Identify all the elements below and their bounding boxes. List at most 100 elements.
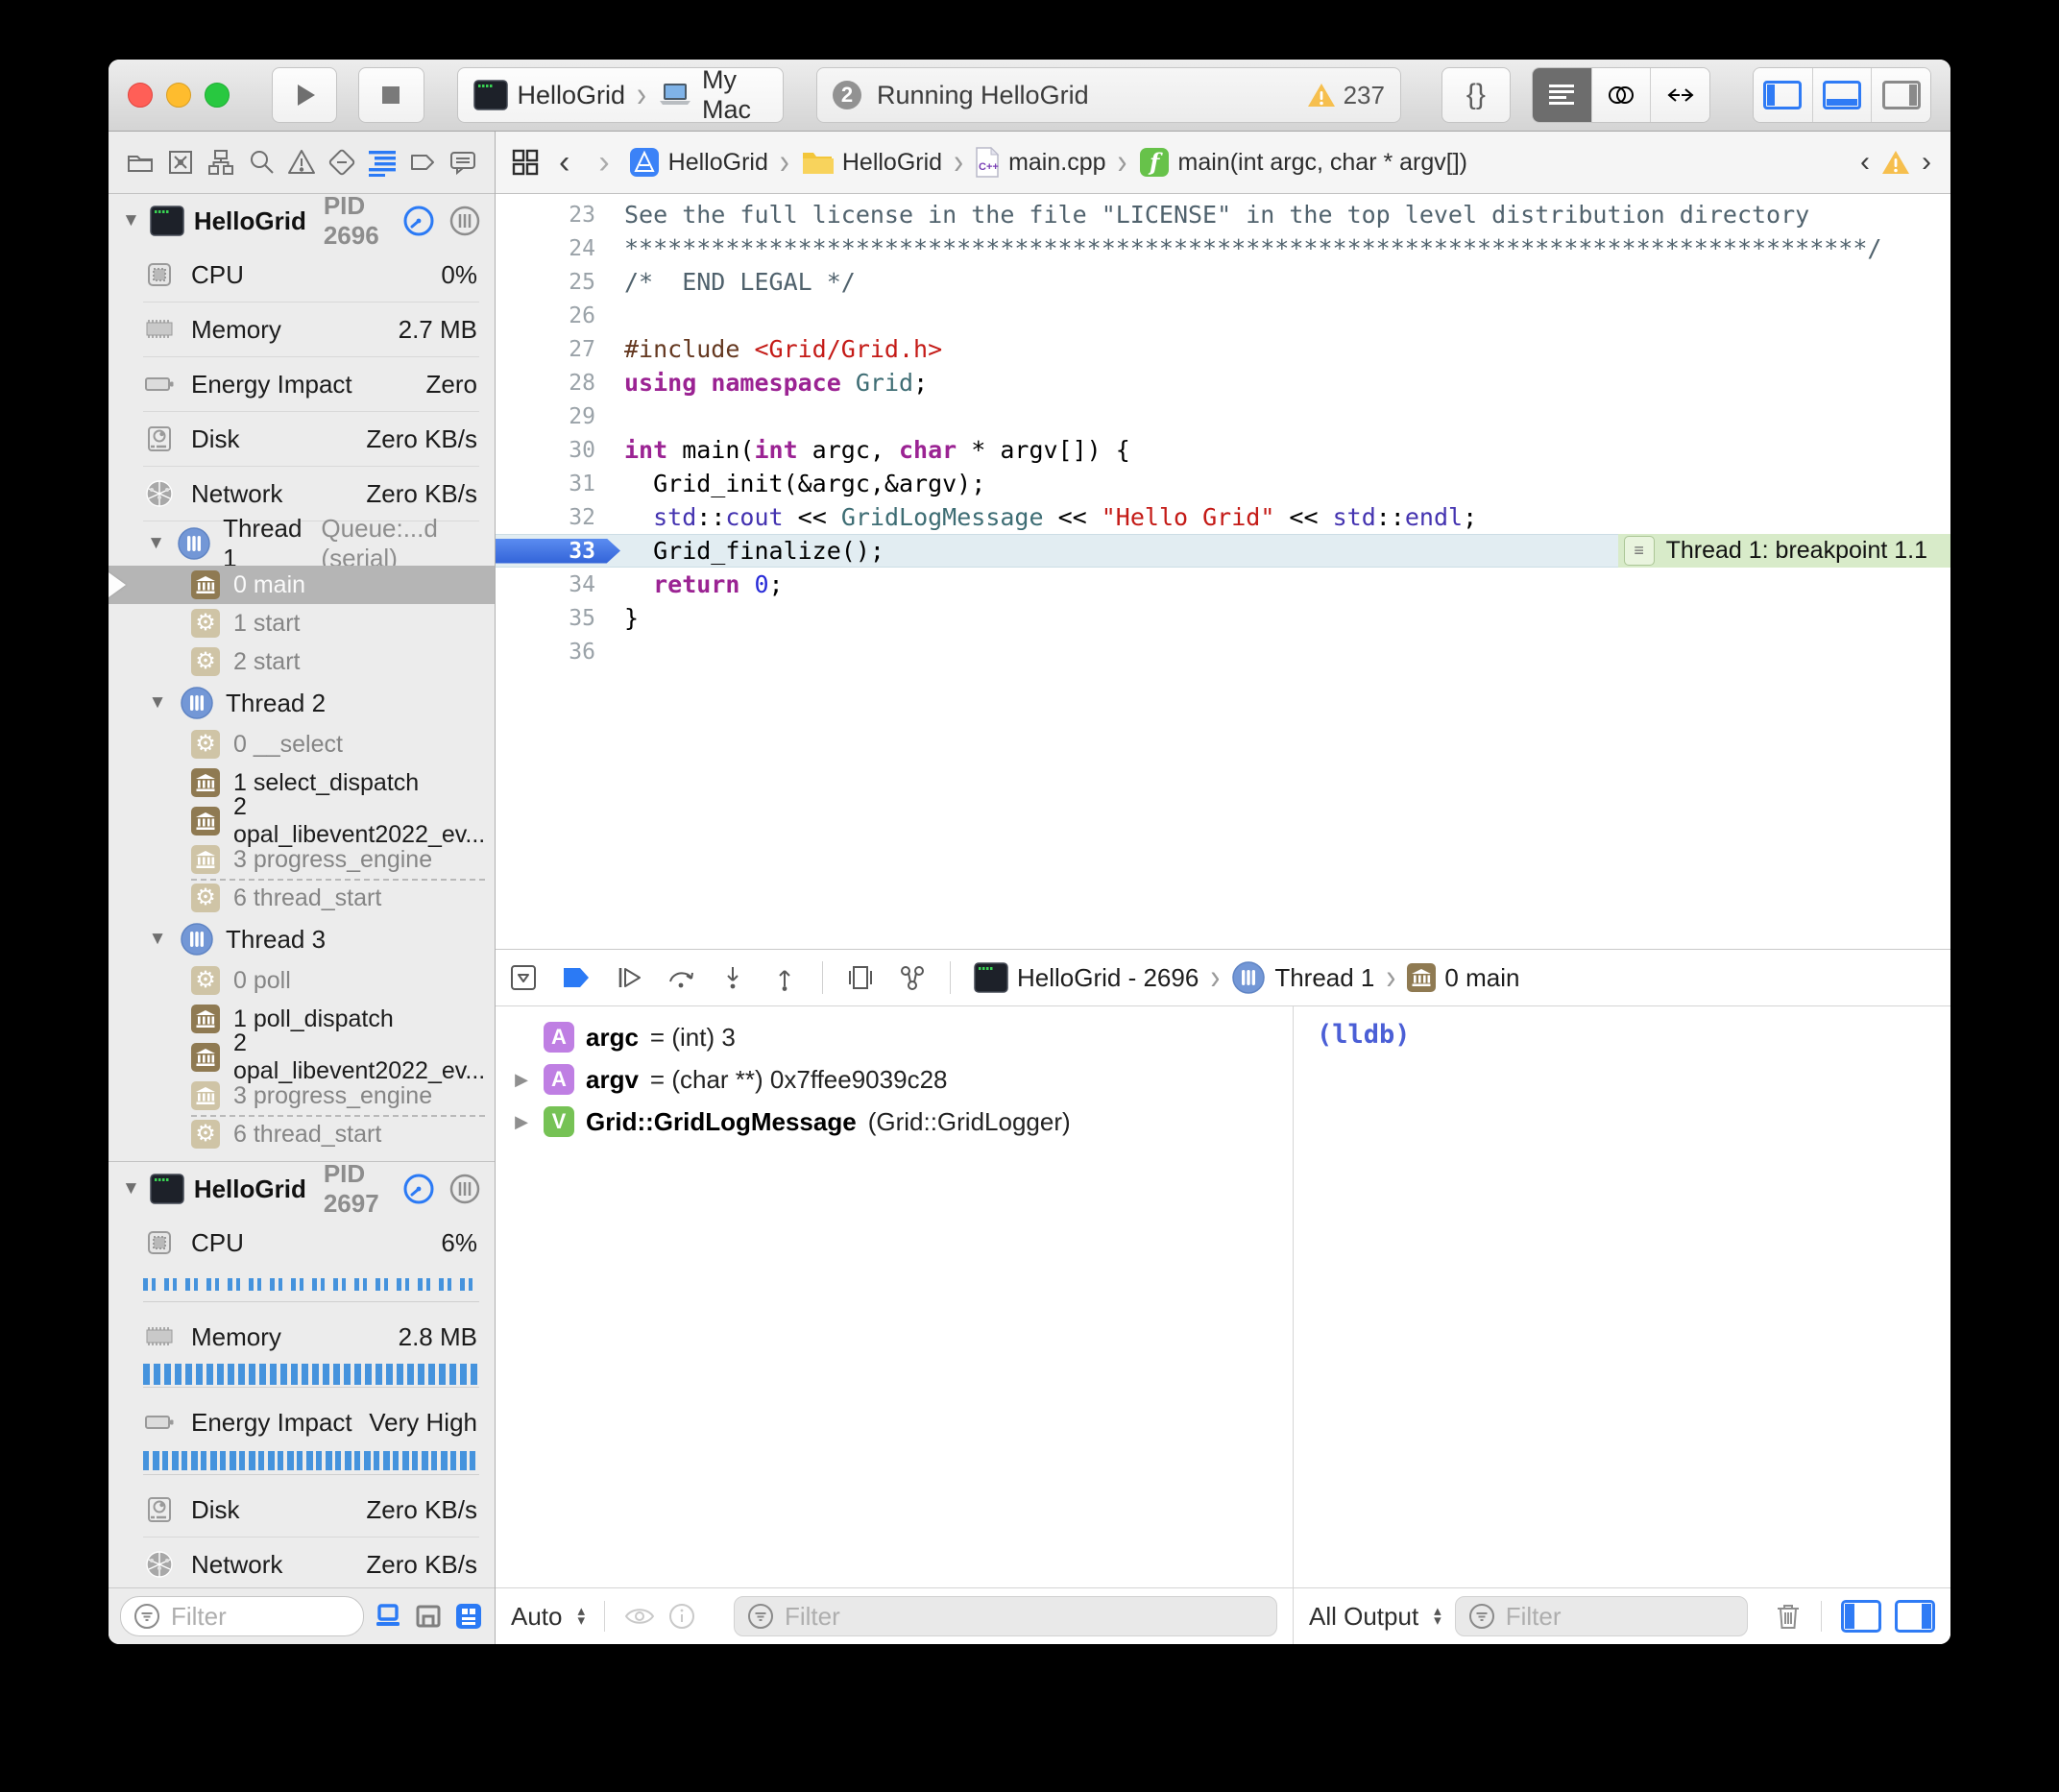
stack-frame-row[interactable]: 3 progress_engine: [109, 840, 495, 879]
gauge-row-network[interactable]: NetworkZero KB/s: [143, 467, 495, 521]
debug-breadcrumb[interactable]: HelloGrid - 2696›Thread 1›0 main: [974, 960, 1519, 995]
breakpoints-toggle-icon[interactable]: [561, 963, 592, 992]
stepper-icon[interactable]: ▴▾: [1434, 1607, 1441, 1626]
flag-filter-icon[interactable]: [374, 1602, 402, 1631]
gauge-row-cpu[interactable]: CPU0%: [143, 248, 495, 302]
disclosure-triangle-icon[interactable]: ▼: [147, 533, 165, 554]
hide-debug-area-icon[interactable]: [509, 963, 538, 992]
debug-breadcrumb-segment[interactable]: HelloGrid - 2696: [974, 962, 1199, 993]
gauge-icon[interactable]: [402, 205, 435, 237]
gauge-row-disk[interactable]: DiskZero KB/s: [143, 412, 495, 466]
version-editor-button[interactable]: [1651, 68, 1709, 122]
step-into-icon[interactable]: [718, 963, 747, 992]
minimize-button[interactable]: [166, 83, 191, 108]
stack-frame-row[interactable]: 2 opal_libevent2022_ev...: [109, 802, 495, 840]
variable-row[interactable]: ▶Aargv= (char **) 0x7ffee9039c28: [496, 1058, 1293, 1101]
line-number[interactable]: 34: [496, 572, 620, 597]
line-number[interactable]: 30: [496, 438, 620, 463]
stack-frame-row[interactable]: 2 opal_libevent2022_ev...: [109, 1038, 495, 1077]
scheme-selector[interactable]: HelloGrid › My Mac: [457, 67, 784, 123]
view-filter-icon[interactable]: [454, 1602, 483, 1631]
warning-count[interactable]: 237: [1307, 81, 1385, 110]
disclosure-triangle-icon[interactable]: ▼: [147, 929, 168, 950]
console-filter-field[interactable]: Filter: [1455, 1596, 1748, 1636]
line-number[interactable]: 32: [496, 505, 620, 530]
process-row[interactable]: ▼HelloGridPID 2696: [109, 194, 495, 248]
close-button[interactable]: [128, 83, 153, 108]
thread-row[interactable]: ▼Thread 1Queue:...d (serial): [109, 521, 495, 566]
gauge-row-network[interactable]: NetworkZero KB/s: [143, 1538, 495, 1587]
toggle-inspector-button[interactable]: [1872, 68, 1930, 122]
disclosure-triangle-icon[interactable]: ▶: [511, 1112, 532, 1132]
standard-editor-button[interactable]: [1533, 68, 1592, 122]
line-number[interactable]: 23: [496, 203, 620, 228]
line-number[interactable]: 27: [496, 337, 620, 362]
nav-tab-debug-navigator-icon[interactable]: [364, 143, 400, 182]
disclosure-triangle-icon[interactable]: ▶: [511, 1070, 532, 1090]
output-scope-selector[interactable]: All Output: [1309, 1602, 1418, 1632]
jump-bar-segment[interactable]: HelloGrid: [629, 147, 768, 178]
gauge-row-energy-impact[interactable]: Energy ImpactVery High: [143, 1395, 495, 1449]
bars-icon[interactable]: [448, 205, 481, 237]
line-number[interactable]: 26: [496, 303, 620, 328]
scope-selector[interactable]: Auto: [511, 1602, 563, 1632]
jump-bar-segment[interactable]: fmain(int argc, char * argv[]): [1139, 147, 1468, 178]
continue-icon[interactable]: [615, 963, 643, 992]
assistant-editor-button[interactable]: [1592, 68, 1652, 122]
variables-filter-field[interactable]: Filter: [734, 1596, 1277, 1636]
breakpoint-line-number[interactable]: 33: [496, 539, 620, 564]
step-over-icon[interactable]: [666, 963, 695, 992]
process-row[interactable]: ▼HelloGridPID 2697: [109, 1162, 495, 1216]
library-button[interactable]: {}: [1441, 67, 1511, 123]
forward-chevron-icon[interactable]: ›: [589, 144, 618, 182]
variable-row[interactable]: Aargc= (int) 3: [496, 1016, 1293, 1058]
show-console-toggle[interactable]: [1895, 1600, 1935, 1633]
line-number[interactable]: 24: [496, 236, 620, 261]
debug-breadcrumb-segment[interactable]: 0 main: [1407, 963, 1519, 993]
stack-frame-row[interactable]: ⚙6 thread_start: [109, 1115, 495, 1153]
line-number[interactable]: 29: [496, 404, 620, 429]
gauge-row-cpu[interactable]: CPU6%: [143, 1216, 495, 1270]
info-icon[interactable]: [668, 1603, 695, 1630]
line-number[interactable]: 35: [496, 606, 620, 631]
toggle-debug-area-button[interactable]: [1813, 68, 1873, 122]
thread-row[interactable]: ▼Thread 2: [109, 681, 495, 725]
run-button[interactable]: [272, 67, 337, 123]
nav-tab-project-navigator-icon[interactable]: [122, 143, 158, 182]
stack-frame-row[interactable]: ⚙6 thread_start: [109, 879, 495, 917]
toggle-navigator-button[interactable]: [1754, 68, 1813, 122]
stack-frame-row[interactable]: 3 progress_engine: [109, 1077, 495, 1115]
gauge-row-memory[interactable]: Memory2.7 MB: [143, 303, 495, 356]
thread-row[interactable]: ▼Thread 3: [109, 917, 495, 961]
stop-button[interactable]: [358, 67, 424, 123]
activity-status-view[interactable]: 2 Running HelloGrid 237: [816, 67, 1401, 123]
trash-icon[interactable]: [1775, 1602, 1802, 1631]
gauge-row-memory[interactable]: Memory2.8 MB: [143, 1310, 495, 1364]
nav-tab-find-navigator-icon[interactable]: [243, 143, 279, 182]
memory-graph-icon[interactable]: [898, 963, 927, 992]
warning-icon[interactable]: [1881, 150, 1910, 176]
disclosure-triangle-icon[interactable]: ▼: [122, 210, 140, 231]
nav-tab-test-navigator-icon[interactable]: [324, 143, 360, 182]
next-issue-icon[interactable]: ›: [1918, 146, 1935, 179]
nav-tab-report-navigator-icon[interactable]: [445, 143, 481, 182]
console-view[interactable]: (lldb): [1294, 1006, 1950, 1587]
disclosure-triangle-icon[interactable]: ▼: [122, 1178, 140, 1199]
variables-view[interactable]: Aargc= (int) 3▶Aargv= (char **) 0x7ffee9…: [496, 1006, 1293, 1587]
debug-navigator-tree[interactable]: ▼HelloGridPID 2696CPU0%Memory2.7 MB Energ…: [109, 194, 495, 1587]
view-hierarchy-icon[interactable]: [846, 963, 875, 992]
zoom-button[interactable]: [205, 83, 230, 108]
back-chevron-icon[interactable]: ‹: [549, 144, 579, 182]
breakpoint-annotation[interactable]: ≡Thread 1: breakpoint 1.1: [1618, 534, 1950, 568]
gauge-row-disk[interactable]: DiskZero KB/s: [143, 1483, 495, 1537]
quicklook-eye-icon[interactable]: [624, 1605, 655, 1628]
step-out-icon[interactable]: [770, 963, 799, 992]
nav-tab-issue-navigator-icon[interactable]: [283, 143, 320, 182]
stack-frame-row[interactable]: 0 main: [109, 566, 495, 604]
stack-frame-row[interactable]: ⚙0 poll: [109, 961, 495, 1000]
stack-frame-row[interactable]: ⚙1 start: [109, 604, 495, 642]
source-editor[interactable]: 23See the full license in the file "LICE…: [496, 194, 1950, 949]
show-variables-toggle[interactable]: [1841, 1600, 1881, 1633]
variable-row[interactable]: ▶VGrid::GridLogMessage(Grid::GridLogger): [496, 1101, 1293, 1143]
line-number[interactable]: 28: [496, 371, 620, 396]
